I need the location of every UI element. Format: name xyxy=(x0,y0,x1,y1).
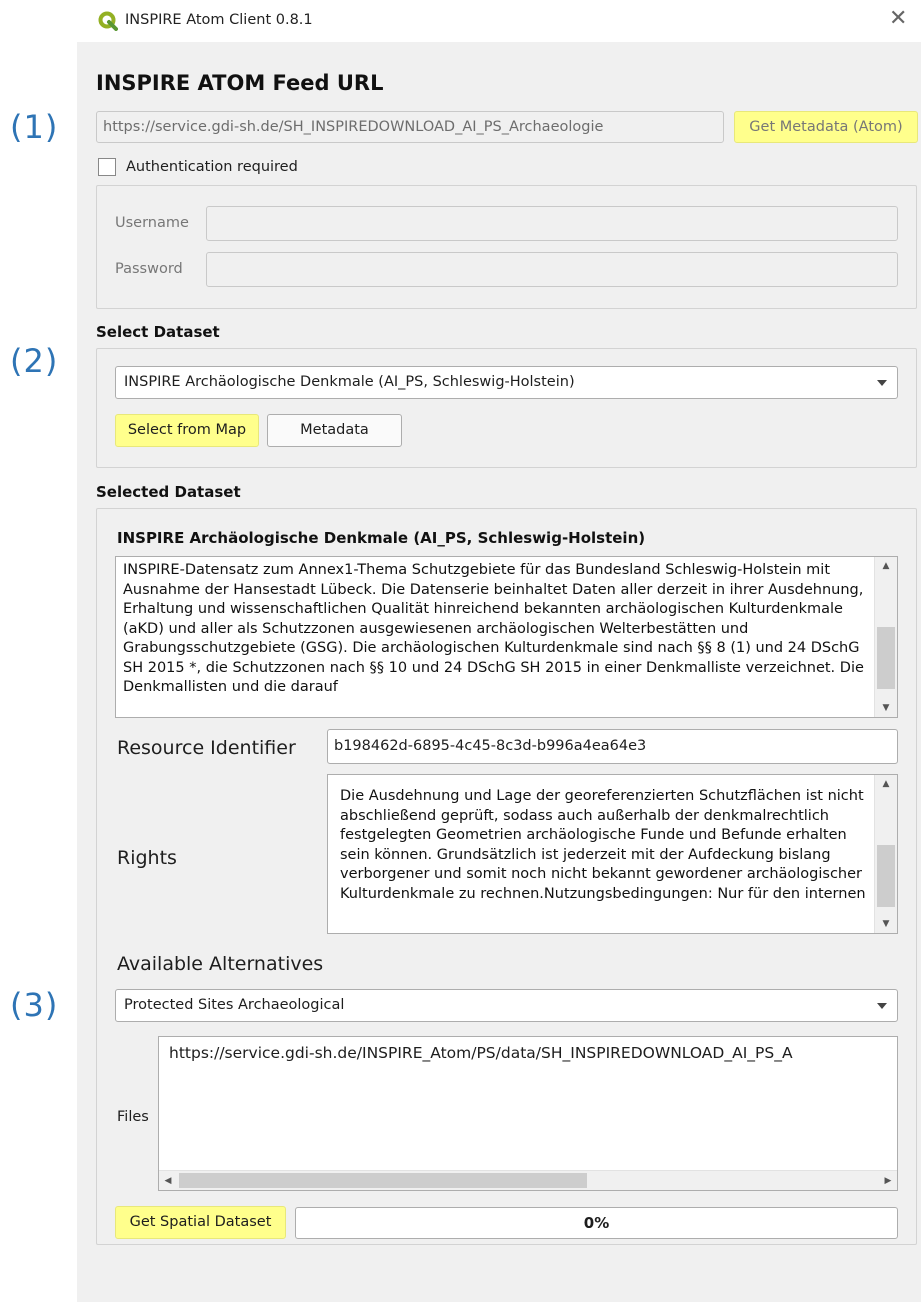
scroll-right-icon[interactable]: ▶ xyxy=(879,1171,897,1190)
password-label: Password xyxy=(115,261,183,277)
resource-identifier-label: Resource Identifier xyxy=(117,737,296,759)
alternatives-select-value: Protected Sites Archaeological xyxy=(124,997,345,1013)
annotation-1: (1) xyxy=(10,108,59,146)
password-field[interactable] xyxy=(206,252,898,287)
scroll-down-icon[interactable]: ▼ xyxy=(875,915,897,933)
description-scrollbar[interactable]: ▲ ▼ xyxy=(874,557,897,717)
rights-label: Rights xyxy=(117,847,177,869)
files-hscrollbar[interactable]: ◀ ▶ xyxy=(159,1170,897,1190)
available-alternatives-label: Available Alternatives xyxy=(117,953,324,975)
auth-label: Authentication required xyxy=(126,159,298,175)
progress-text: 0% xyxy=(583,1214,610,1232)
qgis-logo-icon xyxy=(98,11,118,31)
dataset-select[interactable]: INSPIRE Archäologische Denkmale (AI_PS, … xyxy=(115,366,898,399)
scroll-down-icon[interactable]: ▼ xyxy=(875,699,897,717)
select-dataset-heading: Select Dataset xyxy=(96,323,220,341)
feed-url-heading: INSPIRE ATOM Feed URL xyxy=(96,71,384,95)
scroll-thumb[interactable] xyxy=(877,627,895,689)
close-icon[interactable]: ✕ xyxy=(889,8,907,30)
chevron-down-icon xyxy=(877,379,887,386)
get-metadata-button[interactable]: Get Metadata (Atom) xyxy=(734,111,918,143)
chevron-down-icon xyxy=(877,1002,887,1009)
description-textbox[interactable]: INSPIRE-Datensatz zum Annex1-Thema Schut… xyxy=(115,556,898,718)
username-field[interactable] xyxy=(206,206,898,241)
rights-scrollbar[interactable]: ▲ ▼ xyxy=(874,775,897,933)
window-title: INSPIRE Atom Client 0.8.1 xyxy=(125,12,313,28)
username-label: Username xyxy=(115,215,189,231)
auth-group xyxy=(96,185,917,309)
auth-checkbox[interactable] xyxy=(98,158,116,176)
dataset-title: INSPIRE Archäologische Denkmale (AI_PS, … xyxy=(117,529,646,547)
feed-url-input[interactable]: https://service.gdi-sh.de/SH_INSPIREDOWN… xyxy=(96,111,724,143)
resource-identifier-field[interactable]: b198462d-6895-4c45-8c3d-b996a4ea64e3 xyxy=(327,729,898,764)
rights-textbox[interactable]: Die Ausdehnung und Lage der georeferenzi… xyxy=(327,774,898,934)
description-text: INSPIRE-Datensatz zum Annex1-Thema Schut… xyxy=(123,562,864,695)
scroll-up-icon[interactable]: ▲ xyxy=(875,775,897,793)
rights-text: Die Ausdehnung und Lage der georeferenzi… xyxy=(340,788,866,902)
metadata-button[interactable]: Metadata xyxy=(267,414,402,447)
files-list[interactable]: https://service.gdi-sh.de/INSPIRE_Atom/P… xyxy=(158,1036,898,1191)
alternatives-select[interactable]: Protected Sites Archaeological xyxy=(115,989,898,1022)
list-item[interactable]: https://service.gdi-sh.de/INSPIRE_Atom/P… xyxy=(169,1044,793,1062)
selected-dataset-heading: Selected Dataset xyxy=(96,483,241,501)
files-label: Files xyxy=(117,1109,149,1125)
dataset-select-value: INSPIRE Archäologische Denkmale (AI_PS, … xyxy=(124,374,575,390)
annotation-3: (3) xyxy=(10,986,59,1024)
select-from-map-button[interactable]: Select from Map xyxy=(115,414,259,447)
get-spatial-dataset-button[interactable]: Get Spatial Dataset xyxy=(115,1206,286,1239)
download-progress-bar: 0% xyxy=(295,1207,898,1239)
scroll-thumb[interactable] xyxy=(179,1173,587,1188)
scroll-up-icon[interactable]: ▲ xyxy=(875,557,897,575)
annotation-2: (2) xyxy=(10,342,59,380)
scroll-thumb[interactable] xyxy=(877,845,895,907)
scroll-left-icon[interactable]: ◀ xyxy=(159,1171,177,1190)
